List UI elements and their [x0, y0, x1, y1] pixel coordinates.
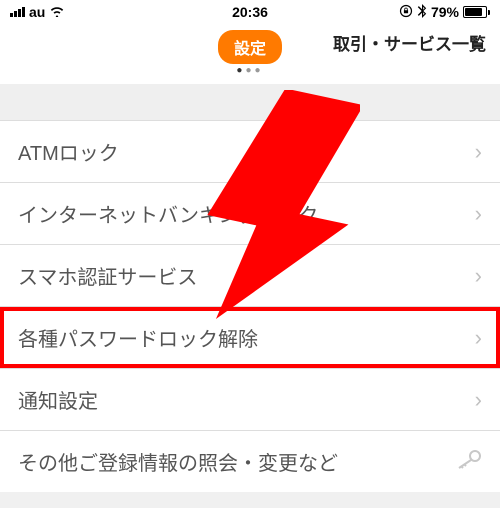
clock: 20:36: [232, 4, 268, 20]
battery-icon: [463, 6, 490, 18]
settings-pill[interactable]: 設定: [218, 30, 282, 64]
list-item-notification-settings[interactable]: 通知設定 ›: [0, 368, 500, 430]
page-indicator: ●●●: [0, 65, 500, 84]
battery-percent: 79%: [431, 4, 459, 20]
key-icon: [454, 449, 482, 475]
status-bar: au 20:36 79%: [0, 0, 500, 24]
chevron-right-icon: ›: [475, 325, 482, 351]
signal-icon: [10, 7, 25, 17]
list-item-label: その他ご登録情報の照会・変更など: [18, 447, 338, 476]
list-item-label: スマホ認証サービス: [18, 261, 197, 290]
status-left: au: [10, 4, 65, 20]
list-item-other-registration-info[interactable]: その他ご登録情報の照会・変更など: [0, 430, 500, 492]
wifi-icon: [49, 4, 65, 20]
carrier-label: au: [29, 4, 45, 20]
status-right: 79%: [399, 4, 490, 21]
list-item-label: 通知設定: [18, 385, 98, 414]
orientation-lock-icon: [399, 4, 413, 21]
list-item-internet-banking-lock[interactable]: インターネットバンキングロック ›: [0, 182, 500, 244]
transactions-services-link[interactable]: 取引・サービス一覧: [333, 30, 486, 55]
list-item-smartphone-auth[interactable]: スマホ認証サービス ›: [0, 244, 500, 306]
list-item-atm-lock[interactable]: ATMロック ›: [0, 120, 500, 182]
chevron-right-icon: ›: [475, 263, 482, 289]
chevron-right-icon: ›: [475, 201, 482, 227]
list-item-label: 各種パスワードロック解除: [18, 323, 258, 352]
section-spacer: [0, 84, 500, 120]
list-item-label: インターネットバンキングロック: [18, 199, 318, 228]
chevron-right-icon: ›: [475, 139, 482, 165]
chevron-right-icon: ›: [475, 387, 482, 413]
nav-header: 設定 取引・サービス一覧: [0, 24, 500, 65]
bluetooth-icon: [417, 4, 427, 21]
list-item-password-unlock[interactable]: 各種パスワードロック解除 ›: [0, 306, 500, 368]
list-item-label: ATMロック: [18, 137, 119, 166]
